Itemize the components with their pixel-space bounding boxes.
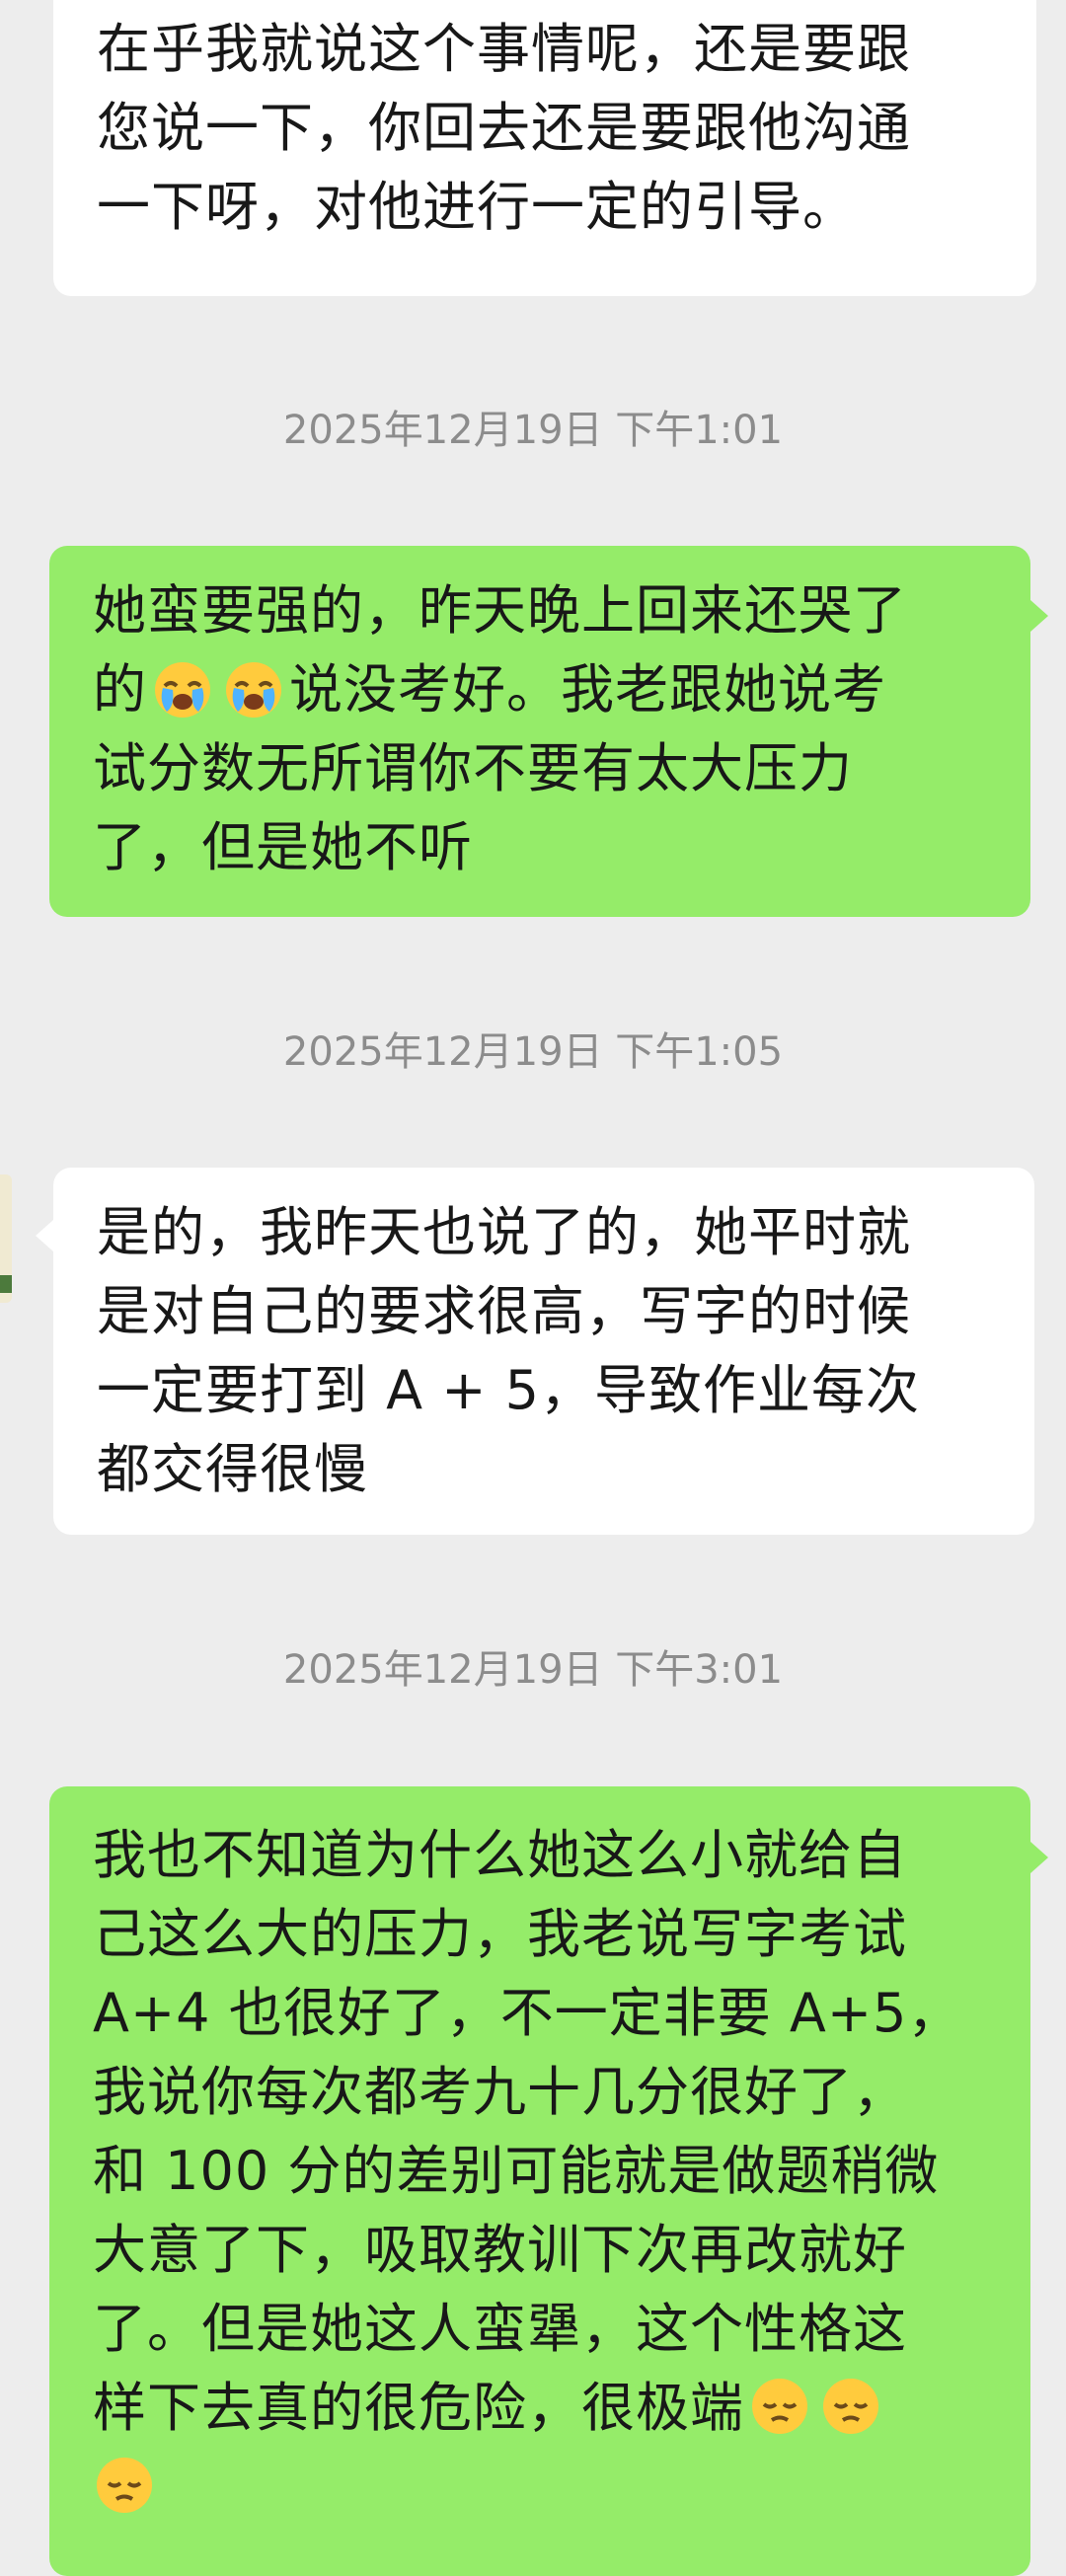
message-bubble-incoming[interactable]: 是的，我昨天也说了的，她平时就 是对自己的要求很高，写字的时候 一定要打到 A …: [53, 1168, 1034, 1535]
message-bubble-incoming[interactable]: 在乎我就说这个事情呢，还是要跟 您说一下，你回去还是要跟他沟通 一下呀，对他进行…: [53, 0, 1036, 296]
message-line: 和 100 分的差别可能就是做题稍微: [93, 2140, 940, 2202]
message-line: 您说一下，你回去还是要跟他沟通: [97, 97, 911, 159]
message-line: 我说你每次都考九十几分很好了，: [93, 2061, 907, 2123]
message-line: 我也不知道为什么她这么小就给自: [93, 1824, 907, 1886]
message-line: 的 说没考好。我老跟她说考: [93, 650, 1001, 729]
loudly-crying-face-icon: [155, 662, 210, 718]
message-bubble-outgoing[interactable]: 她蛮要强的，昨天晚上回来还哭了 的 说没考好。我老跟她说考 试分数无所谓你不要有…: [49, 546, 1030, 917]
message-line: 了，但是她不听: [93, 816, 473, 878]
message-line: 是对自己的要求很高，写字的时候: [97, 1280, 911, 1342]
message-line: 大意了下，吸取教训下次再改就好: [93, 2219, 907, 2281]
bubble-tail: [36, 1220, 53, 1251]
avatar[interactable]: [0, 1174, 12, 1303]
message-line: 是的，我昨天也说了的，她平时就: [97, 1201, 911, 1263]
message-bubble-outgoing[interactable]: 我也不知道为什么她这么小就给自 己这么大的压力，我老说写字考试 A+4 也很好了…: [49, 1786, 1030, 2576]
message-line: 己这么大的压力，我老说写字考试: [93, 1903, 907, 1965]
pensive-face-icon: [823, 2379, 878, 2434]
message-line: 她蛮要强的，昨天晚上回来还哭了: [93, 579, 907, 642]
message-timestamp: 2025年12月19日 下午3:01: [282, 1647, 784, 1693]
message-timestamp: 2025年12月19日 下午1:01: [282, 408, 784, 453]
message-line: 在乎我就说这个事情呢，还是要跟: [97, 18, 911, 80]
message-line: [93, 2448, 1001, 2527]
bubble-tail: [1030, 1842, 1048, 1873]
message-line: A+4 也很好了，不一定非要 A+5，: [93, 1982, 962, 2044]
pensive-face-icon: [97, 2458, 152, 2513]
message-line: 一定要打到 A + 5，导致作业每次: [97, 1359, 921, 1421]
message-text: 的: [93, 658, 147, 720]
message-timestamp: 2025年12月19日 下午1:05: [282, 1029, 784, 1075]
pensive-face-icon: [752, 2379, 807, 2434]
message-line: 都交得很慢: [97, 1438, 368, 1500]
bubble-tail: [1030, 600, 1048, 632]
message-text: 样下去真的很危险，很极端: [93, 2377, 744, 2439]
chat-conversation[interactable]: 在乎我就说这个事情呢，还是要跟 您说一下，你回去还是要跟他沟通 一下呀，对他进行…: [0, 0, 1066, 2576]
loudly-crying-face-icon: [226, 662, 281, 718]
message-line: 样下去真的很危险，很极端: [93, 2369, 1001, 2448]
message-line: 了。但是她这人蛮犟，这个性格这: [93, 2298, 907, 2360]
message-line: 试分数无所谓你不要有太大压力: [93, 737, 853, 799]
message-line: 一下呀，对他进行一定的引导。: [97, 176, 857, 238]
message-text: 说没考好。我老跟她说考: [289, 658, 886, 720]
